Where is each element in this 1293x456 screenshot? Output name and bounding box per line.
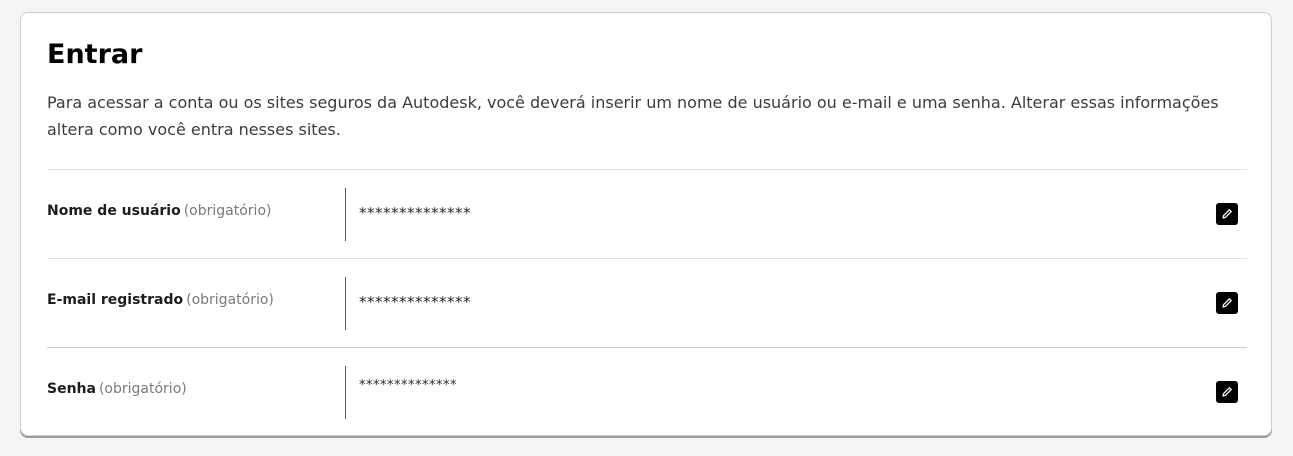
pencil-icon <box>1222 387 1232 397</box>
sign-in-card: Entrar Para acessar a conta ou os sites … <box>20 12 1272 436</box>
email-label: E-mail registrado (obrigatório) <box>47 292 274 308</box>
email-row: E-mail registrado (obrigatório) *********… <box>47 258 1247 347</box>
required-hint: (obrigatório) <box>186 292 274 308</box>
edit-password-button[interactable] <box>1216 381 1238 403</box>
password-label-text: Senha <box>47 381 96 397</box>
edit-email-button[interactable] <box>1216 292 1238 314</box>
section-description: Para acessar a conta ou os sites seguros… <box>47 93 1219 139</box>
username-value: ************** <box>359 204 471 222</box>
row-divider <box>345 277 346 330</box>
section-title: Entrar <box>47 39 143 70</box>
email-value: ************** <box>359 293 471 311</box>
username-label-text: Nome de usuário <box>47 203 181 219</box>
password-row: Senha (obrigatório) ************** <box>47 347 1247 436</box>
username-row: Nome de usuário (obrigatório) ***********… <box>47 169 1247 258</box>
username-label: Nome de usuário (obrigatório) <box>47 203 271 219</box>
password-label: Senha (obrigatório) <box>47 381 187 397</box>
edit-username-button[interactable] <box>1216 203 1238 225</box>
row-divider <box>345 366 346 419</box>
required-hint: (obrigatório) <box>183 203 272 219</box>
pencil-icon <box>1222 298 1232 308</box>
row-divider <box>345 188 346 241</box>
required-hint: (obrigatório) <box>98 381 187 397</box>
email-label-text: E-mail registrado <box>47 292 184 308</box>
credentials-list: Nome de usuário (obrigatório) ***********… <box>47 169 1247 436</box>
password-value: ************** <box>359 378 457 393</box>
pencil-icon <box>1222 209 1232 219</box>
